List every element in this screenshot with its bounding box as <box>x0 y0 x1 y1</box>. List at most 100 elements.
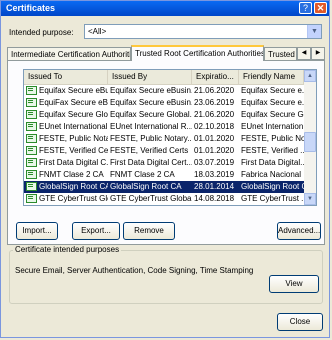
table-cell: Equifax Secure e... <box>241 97 304 109</box>
certificate-icon <box>26 86 37 96</box>
cell-text: 03.07.2019 <box>194 158 235 167</box>
view-button[interactable]: View <box>269 275 319 293</box>
import-button[interactable]: Import... <box>16 222 58 240</box>
close-window-button[interactable]: ✕ <box>314 2 327 14</box>
cell-text: Equifax Secure G... <box>241 110 304 119</box>
advanced-button[interactable]: Advanced... <box>277 222 321 240</box>
table-row[interactable]: FESTE, Public Notar...FESTE, Public Nota… <box>24 133 304 145</box>
table-row[interactable]: GTE CyberTrust Glo...GTE CyberTrust Glob… <box>24 193 304 205</box>
tab-trusted-root[interactable]: Trusted Root Certification Authorities <box>131 45 264 61</box>
cell-text: 23.06.2019 <box>194 98 235 107</box>
table-row[interactable]: Equifax Secure Glob...Equifax Secure Glo… <box>24 109 304 121</box>
table-cell: 04.04.2004 <box>194 205 239 206</box>
certificates-dialog: Certificates ? ✕ Intended purpose: <All>… <box>0 0 330 338</box>
export-button[interactable]: Export... <box>72 222 120 240</box>
certificate-icon <box>26 110 37 120</box>
cell-text: Equifax Secure eBusin... <box>110 86 192 95</box>
cell-text: First Data Digital Cert... <box>110 158 192 167</box>
certificate-icon <box>26 98 37 108</box>
table-cell: FNMT Clase 2 CA <box>26 169 108 181</box>
cell-text: GlobalSign Root CA <box>39 182 108 191</box>
table-cell: FESTE, Verified Certs <box>110 145 192 157</box>
table-cell: Fabrica Nacional ... <box>241 169 304 181</box>
cell-text: EquiFax Secure eBus... <box>39 98 108 107</box>
table-cell: FESTE, Public Notary... <box>110 133 192 145</box>
table-row[interactable]: Equifax Secure eBusi...Equifax Secure eB… <box>24 85 304 97</box>
scroll-up-icon[interactable]: ▲ <box>304 70 316 82</box>
tab-scroll-left-icon[interactable]: ◀ <box>297 47 311 60</box>
intended-purpose-label: Intended purpose: <box>9 28 74 37</box>
cell-text: EUnet International R... <box>110 122 192 131</box>
table-row[interactable]: EUnet International... EUnet Internationa… <box>24 121 304 133</box>
cell-text: GlobalSign Root CA <box>241 182 304 191</box>
table-cell: FESTE, Verified ... <box>241 145 304 157</box>
column-friendly-name[interactable]: Friendly Name <box>239 70 304 84</box>
cell-text: 28.01.2014 <box>194 182 235 191</box>
column-expiration[interactable]: Expiratio... <box>192 70 239 84</box>
table-cell: First Data Digital Cert... <box>110 157 192 169</box>
table-row[interactable]: GTE CyberTrust RootGTE CyberTrust Root04… <box>24 205 304 206</box>
cell-text: FESTE, Public Notar... <box>39 134 108 143</box>
cell-text: GlobalSign Root CA <box>110 182 182 191</box>
close-button[interactable]: Close <box>277 313 323 331</box>
tab-scroll-right-icon[interactable]: ▶ <box>311 47 325 60</box>
help-button[interactable]: ? <box>299 2 312 14</box>
table-cell: Equifax Secure eBusin... <box>110 85 192 97</box>
table-cell: GTE CyberTrust Globa... <box>110 193 192 205</box>
table-row[interactable]: GlobalSign Root CA GlobalSign Root CA 28.0… <box>24 181 304 193</box>
table-cell: FESTE, Public No... <box>241 133 304 145</box>
column-issued-by[interactable]: Issued By <box>108 70 192 84</box>
table-cell: 28.01.2014 <box>194 181 239 193</box>
table-row[interactable]: FNMT Clase 2 CA FNMT Clase 2 CA 18.03.2019… <box>24 169 304 181</box>
cell-text: GTE CyberTrust ... <box>241 194 304 203</box>
vertical-scrollbar[interactable]: ▲ ▼ <box>304 70 316 205</box>
table-cell: EquiFax Secure eBus... <box>26 97 108 109</box>
tab-scroll-buttons: ◀ ▶ <box>297 47 325 60</box>
scroll-thumb[interactable] <box>304 132 316 152</box>
table-cell: FNMT Clase 2 CA <box>110 169 192 181</box>
certificate-list[interactable]: Issued To Issued By Expiratio... Friendl… <box>23 69 317 206</box>
cell-text: GTE CyberTrust Glo... <box>39 194 108 203</box>
table-cell: EUnet International R... <box>110 121 192 133</box>
column-issued-to[interactable]: Issued To <box>24 70 108 84</box>
table-cell: Equifax Secure Global... <box>110 109 192 121</box>
intended-purpose-value: <All> <box>88 27 107 36</box>
cell-text: FESTE, Verified Certs <box>39 146 108 155</box>
cell-text: 18.03.2019 <box>194 170 235 179</box>
cell-text: FESTE, Public No... <box>241 134 304 143</box>
intended-purpose-select[interactable]: <All> ▼ <box>84 24 322 39</box>
remove-button[interactable]: Remove <box>123 222 175 240</box>
cell-text: First Data Digital... <box>241 158 304 167</box>
table-cell: 01.01.2020 <box>194 133 239 145</box>
table-cell: 14.08.2018 <box>194 193 239 205</box>
table-cell: 01.01.2020 <box>194 145 239 157</box>
table-cell: 21.06.2020 <box>194 109 239 121</box>
table-cell: GTE CyberTrust Glo... <box>26 193 108 205</box>
tab-intermediate[interactable]: Intermediate Certification Authorities <box>7 47 131 60</box>
table-cell: Equifax Secure Glob... <box>26 109 108 121</box>
table-row[interactable]: First Data Digital C... First Data Digita… <box>24 157 304 169</box>
cell-text: Fabrica Nacional ... <box>241 170 304 179</box>
table-cell: 21.06.2020 <box>194 85 239 97</box>
table-row[interactable]: EquiFax Secure eBus...Equifax Secure eBu… <box>24 97 304 109</box>
cell-text: First Data Digital C... <box>39 158 108 167</box>
cell-text: EUnet Internation... <box>241 122 304 131</box>
table-cell: First Data Digital C... <box>26 157 108 169</box>
table-cell: Equifax Secure eBusin... <box>110 97 192 109</box>
tab-trusted-publishers[interactable]: Trusted Publ <box>264 47 297 60</box>
table-cell: GTE CyberTrust ... <box>241 205 304 206</box>
title-bar[interactable]: Certificates ? ✕ <box>1 1 329 16</box>
certificate-icon <box>26 146 37 156</box>
table-row[interactable]: FESTE, Verified CertsFESTE, Verified Cer… <box>24 145 304 157</box>
chevron-down-icon[interactable]: ▼ <box>307 25 321 38</box>
table-cell: GTE CyberTrust Root <box>110 205 192 206</box>
table-cell: 18.03.2019 <box>194 169 239 181</box>
scroll-down-icon[interactable]: ▼ <box>304 193 316 205</box>
cell-text: GTE CyberTrust Globa... <box>110 194 192 203</box>
cell-text: 01.01.2020 <box>194 146 235 155</box>
list-header: Issued To Issued By Expiratio... Friendl… <box>24 70 304 85</box>
cell-text: FESTE, Public Notary... <box>110 134 192 143</box>
table-cell: Equifax Secure e... <box>241 85 304 97</box>
cell-text: FNMT Clase 2 CA <box>39 170 104 179</box>
certificate-icon <box>26 158 37 168</box>
